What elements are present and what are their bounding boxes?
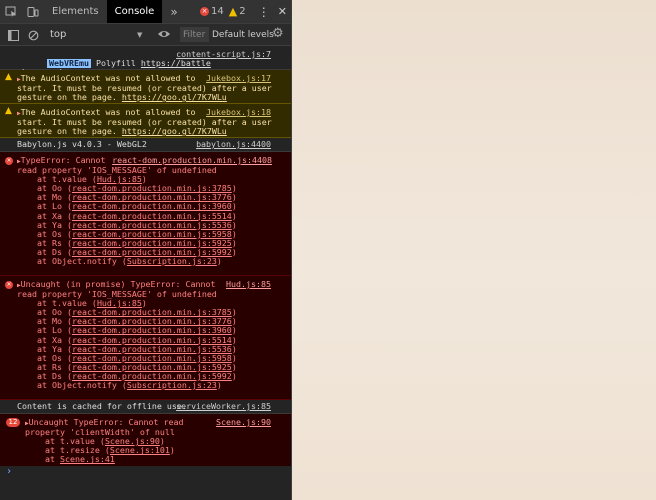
chevron-down-icon[interactable]: ▼ [137, 24, 142, 45]
eye-icon[interactable] [157, 27, 171, 44]
source-link[interactable]: Jukebox.js:17 [206, 73, 271, 83]
source-link[interactable]: Scene.js:90 [216, 417, 271, 427]
warning-count: 2 [239, 6, 246, 17]
more-options-icon[interactable]: ⋮ [258, 5, 270, 19]
sidebar-toggle-icon[interactable] [2, 24, 24, 46]
console-warning: ▲ ▶The AudioContext was not allowed to s… [0, 70, 291, 104]
more-tabs-button[interactable]: » [162, 0, 185, 23]
source-link[interactable]: react-dom.production.min.js:4408 [112, 155, 272, 165]
context-selector[interactable]: top [50, 24, 66, 45]
stack-frame-link[interactable]: Subscription.js:23 [127, 380, 217, 390]
stack-trace: at t.value (Hud.js:85) at Oo (react-dom.… [17, 298, 237, 391]
warning-icon: ▲ [5, 72, 12, 82]
error-icon: × [200, 7, 209, 16]
devtools-panel: Elements Console » × 14 ▲ 2 ⋮ ✕ top ▼ Fi… [0, 0, 292, 500]
source-link[interactable]: serviceWorker.js:85 [176, 401, 271, 411]
error-icon: × [5, 281, 13, 289]
console-warning: ▲ ▶The AudioContext was not allowed to s… [0, 104, 291, 138]
tab-console[interactable]: Console [106, 0, 163, 23]
source-link[interactable]: Hud.js:85 [226, 279, 271, 289]
page-viewport [292, 0, 656, 500]
source-link[interactable]: Jukebox.js:18 [206, 107, 271, 117]
devtools-toolbar: Elements Console » × 14 ▲ 2 ⋮ ✕ [0, 0, 291, 24]
prompt-caret-icon: › [6, 466, 13, 477]
tab-elements[interactable]: Elements [44, 0, 107, 23]
console-prompt[interactable]: › [0, 466, 291, 480]
stack-trace: at t.value (Hud.js:85) at Oo (react-dom.… [17, 174, 237, 267]
log-levels-dropdown[interactable]: Default levels [212, 24, 274, 45]
console-filter-bar: top ▼ Filter Default levels ⚙ [0, 24, 291, 46]
error-icon: × [5, 157, 13, 165]
source-link[interactable]: content-script.js:7 [176, 49, 271, 59]
message-link[interactable]: https://battle [141, 58, 211, 68]
filter-input[interactable]: Filter [180, 27, 209, 42]
inspect-element-icon[interactable] [0, 1, 22, 23]
console-message: Content is cached for offline use. servi… [0, 400, 291, 414]
stack-trace: at t.value (Scene.js:90) at t.resize (Sc… [25, 436, 175, 465]
console-error: × ▶TypeError: Cannot read property 'IOS_… [0, 152, 291, 276]
error-count: 14 [211, 6, 224, 17]
console-message: WebVREmu Polyfill https://battle choc.co… [0, 46, 291, 77]
stack-frame-link[interactable]: Scene.js:41 [60, 454, 115, 464]
console-message: Babylon.js v4.0.3 - WebGL2 babylon.js:44… [0, 138, 291, 152]
source-link[interactable]: babylon.js:4400 [196, 139, 271, 149]
message-link[interactable]: https://goo.gl/7K7WLu [122, 92, 227, 102]
console-error: 12 ▶Uncaught TypeError: Cannot read prop… [0, 414, 291, 471]
gear-icon[interactable]: ⚙ [272, 26, 284, 41]
repeat-count-badge: 12 [6, 418, 20, 427]
close-icon[interactable]: ✕ [278, 5, 287, 18]
warning-icon: ▲ [5, 106, 12, 116]
message-link[interactable]: https://goo.gl/7K7WLu [122, 126, 227, 136]
console-error: × ▶Uncaught (in promise) TypeError: Cann… [0, 276, 291, 400]
issue-counts[interactable]: × 14 ▲ 2 [200, 0, 246, 23]
stack-frame-link[interactable]: Subscription.js:23 [127, 256, 217, 266]
device-toggle-icon[interactable] [22, 1, 44, 23]
stack-frame-link[interactable]: Scene.js:101 [110, 445, 170, 455]
clear-console-icon[interactable] [22, 24, 44, 46]
warning-icon: ▲ [228, 5, 238, 18]
